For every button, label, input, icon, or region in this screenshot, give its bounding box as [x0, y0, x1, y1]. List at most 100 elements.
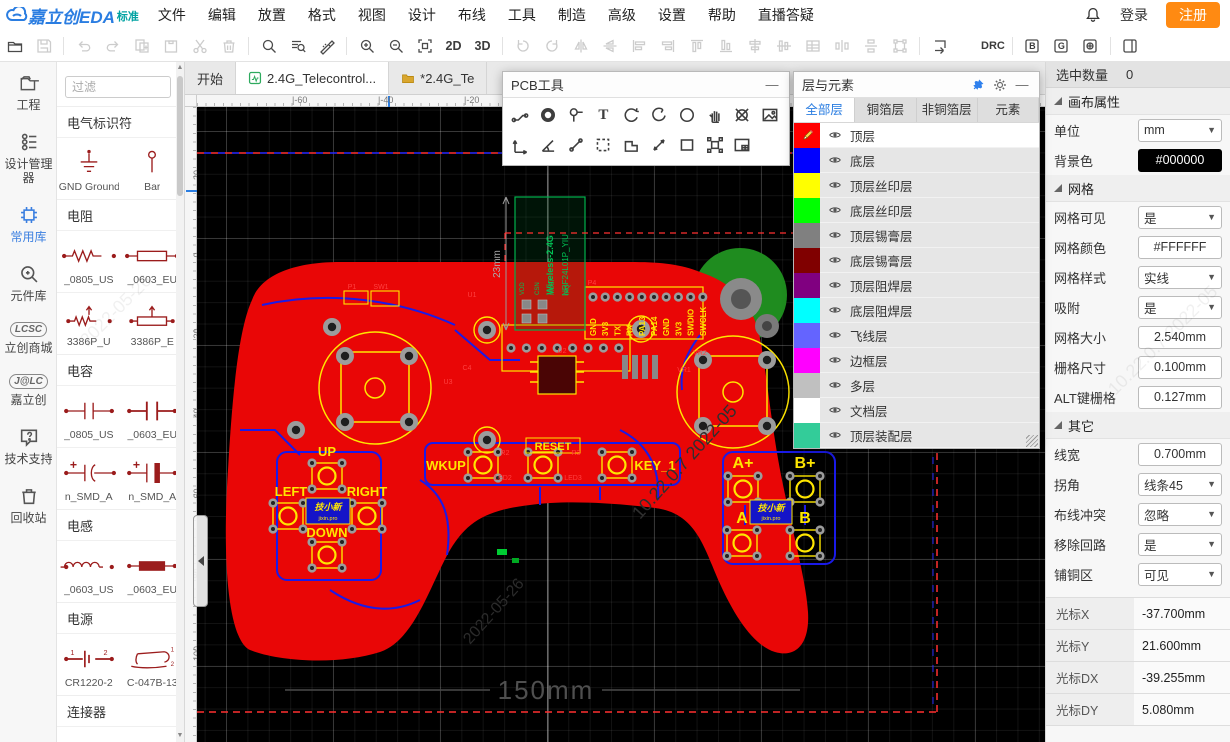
library-item[interactable]: _0603_US [57, 540, 121, 602]
align-center-vertical-button[interactable] [770, 34, 797, 58]
铺铜区-select[interactable]: 可见▼ [1138, 563, 1222, 586]
layer-color-swatch[interactable] [794, 223, 820, 248]
library-item[interactable]: n_SMD_A [57, 447, 121, 509]
panel-collapse-handle[interactable] [193, 515, 208, 607]
pan-hand-tool[interactable] [702, 101, 728, 129]
layer-row-文档层[interactable]: 文档层 [794, 398, 1039, 423]
group-button[interactable] [886, 34, 913, 58]
library-section-title[interactable]: 电感 [57, 509, 184, 540]
网格颜色-input[interactable]: #FFFFFF [1138, 236, 1222, 259]
dimension-tool[interactable] [507, 131, 533, 159]
library-item[interactable]: 3386P_U [57, 292, 121, 354]
menu-制造[interactable]: 制造 [547, 0, 597, 30]
delete-button[interactable] [215, 34, 242, 58]
pad-tool[interactable] [563, 101, 589, 129]
ALT键栅格-input[interactable]: 0.127mm [1138, 386, 1222, 409]
text-tool[interactable]: T [590, 101, 616, 129]
layer-color-swatch[interactable] [794, 398, 820, 423]
eye-icon[interactable] [820, 128, 850, 142]
library-section-title[interactable]: 电容 [57, 354, 184, 385]
menu-格式[interactable]: 格式 [297, 0, 347, 30]
sidebar-item-回收站[interactable]: 回收站 [0, 475, 57, 534]
library-item[interactable]: Bar [121, 137, 185, 199]
minimize-icon[interactable]: — [1013, 76, 1031, 94]
align-right-button[interactable] [654, 34, 681, 58]
网格样式-select[interactable]: 实线▼ [1138, 266, 1222, 289]
layer-row-底层锡膏层[interactable]: 底层锡膏层 [794, 248, 1039, 273]
layer-row-底层丝印层[interactable]: 底层丝印层 [794, 198, 1039, 223]
line-tool[interactable] [563, 131, 589, 159]
zoom-in-button[interactable] [353, 34, 380, 58]
library-section-title[interactable]: 连接器 [57, 695, 184, 726]
layer-row-多层[interactable]: 多层 [794, 373, 1039, 398]
layer-row-顶层[interactable]: 顶层 [794, 123, 1039, 148]
单位-select[interactable]: mm▼ [1138, 119, 1222, 142]
栅格尺寸-input[interactable]: 0.100mm [1138, 356, 1222, 379]
layers-tab-非铜箔层[interactable]: 非铜箔层 [917, 98, 978, 122]
library-item[interactable] [121, 726, 185, 742]
layers-tab-全部层[interactable]: 全部层 [794, 98, 855, 122]
layer-color-swatch[interactable] [794, 298, 820, 323]
吸附-select[interactable]: 是▼ [1138, 296, 1222, 319]
layer-row-顶层阻焊层[interactable]: 顶层阻焊层 [794, 273, 1039, 298]
library-item[interactable]: _0603_EU [121, 230, 185, 292]
menu-布线[interactable]: 布线 [447, 0, 497, 30]
zoom-fit-button[interactable] [411, 34, 438, 58]
align-left-button[interactable] [625, 34, 652, 58]
track-tool[interactable] [507, 101, 533, 129]
login-link[interactable]: 登录 [1120, 5, 1148, 25]
layers-tab-元素[interactable]: 元素 [978, 98, 1039, 122]
library-item[interactable]: _0805_US [57, 385, 121, 447]
menu-设计[interactable]: 设计 [397, 0, 447, 30]
redo-button[interactable] [99, 34, 126, 58]
app-logo[interactable]: 嘉立创EDA 标准 [0, 3, 147, 28]
sidebar-item-嘉立创[interactable]: J@LC嘉立创 [0, 364, 57, 416]
eye-icon[interactable] [820, 353, 850, 367]
view-2d-button[interactable]: 2D [440, 34, 467, 58]
search-button[interactable] [255, 34, 282, 58]
eye-icon[interactable] [820, 153, 850, 167]
open-button[interactable] [1, 34, 28, 58]
layer-row-底层[interactable]: 底层 [794, 148, 1039, 173]
eye-icon[interactable] [820, 378, 850, 392]
layer-color-swatch[interactable] [794, 198, 820, 223]
menu-帮助[interactable]: 帮助 [697, 0, 747, 30]
eye-icon[interactable] [820, 403, 850, 417]
library-item[interactable]: _0603_EU [121, 540, 185, 602]
eye-icon[interactable] [820, 328, 850, 342]
panel-right-button[interactable] [1117, 34, 1144, 58]
布线冲突-select[interactable]: 忽略▼ [1138, 503, 1222, 526]
layer-color-swatch[interactable] [794, 373, 820, 398]
cutout-tool[interactable] [729, 101, 755, 129]
menu-工具[interactable]: 工具 [497, 0, 547, 30]
image-tool[interactable] [757, 101, 783, 129]
eye-icon[interactable] [820, 253, 850, 267]
eye-icon[interactable] [820, 303, 850, 317]
menu-设置[interactable]: 设置 [647, 0, 697, 30]
angle-tool[interactable] [535, 131, 561, 159]
eye-icon[interactable] [820, 228, 850, 242]
layer-color-swatch[interactable] [794, 273, 820, 298]
pin-icon[interactable] [969, 76, 987, 94]
layer-color-swatch[interactable] [794, 423, 820, 448]
layer-row-飞线层[interactable]: 飞线层 [794, 323, 1039, 348]
copy-button[interactable] [128, 34, 155, 58]
save-button[interactable] [30, 34, 57, 58]
rotate-right-button[interactable] [538, 34, 565, 58]
menu-直播答疑[interactable]: 直播答疑 [747, 0, 825, 30]
arc-tool[interactable] [618, 101, 644, 129]
library-section-title[interactable]: 电阻 [57, 199, 184, 230]
layer-row-边框层[interactable]: 边框层 [794, 348, 1039, 373]
align-table-button[interactable] [799, 34, 826, 58]
select-area-tool[interactable] [590, 131, 616, 159]
layer-color-swatch[interactable] [794, 348, 820, 373]
library-section-title[interactable]: 电源 [57, 602, 184, 633]
library-item[interactable]: 12 CR1220-2 [57, 633, 121, 695]
align-origin-tool[interactable] [702, 131, 728, 159]
tab-*2.4G_Te[interactable]: *2.4G_Te [389, 62, 487, 94]
notification-bell-icon[interactable] [1084, 6, 1102, 24]
align-top-button[interactable] [683, 34, 710, 58]
flip-vertical-button[interactable] [596, 34, 623, 58]
网格大小-input[interactable]: 2.540mm [1138, 326, 1222, 349]
layers-tab-铜箔层[interactable]: 铜箔层 [855, 98, 916, 122]
